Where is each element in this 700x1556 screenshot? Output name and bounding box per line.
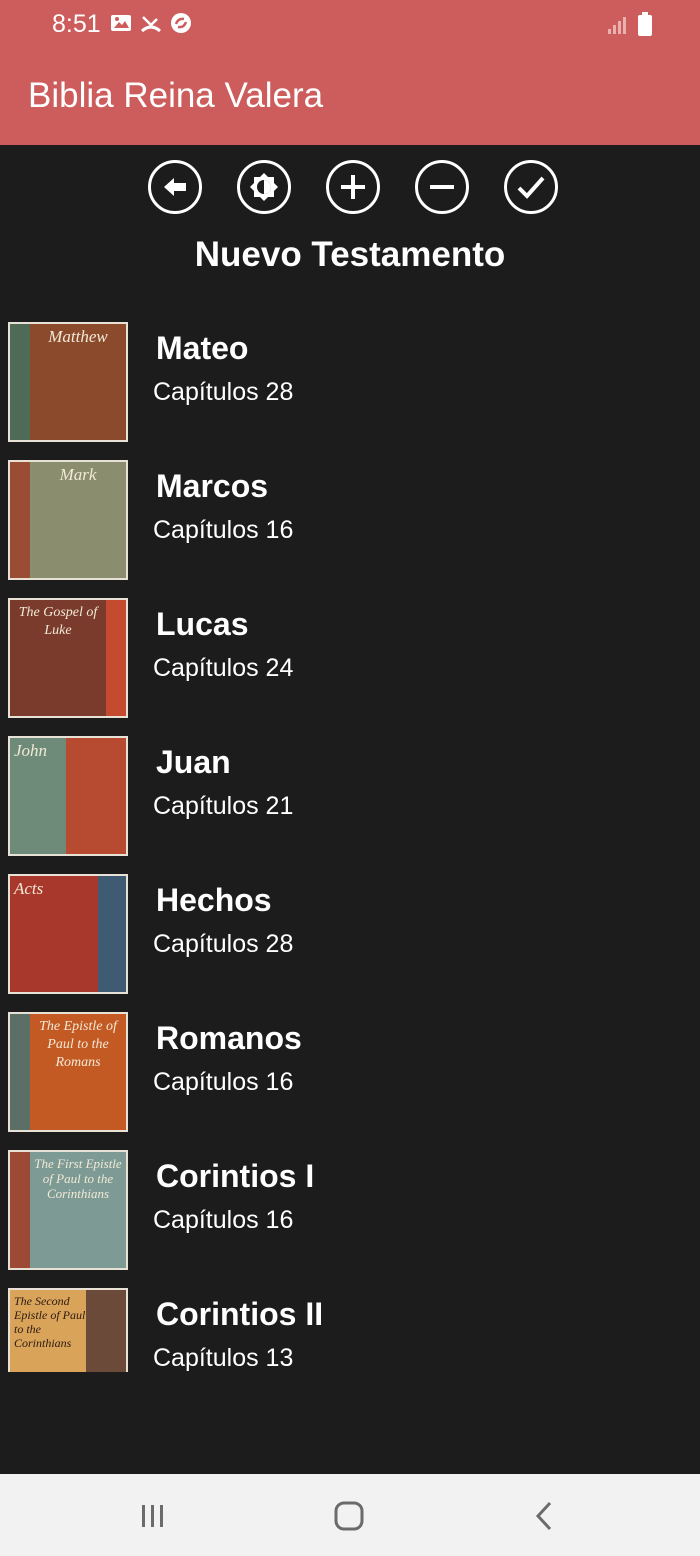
book-chapters: Capítulos 21 (153, 792, 294, 820)
plus-icon (341, 175, 365, 199)
book-cover: The Second Epistle of Paul to the Corint… (8, 1288, 128, 1372)
cover-strip (10, 1014, 30, 1130)
book-row-corintios-i[interactable]: The First Epistle of Paul to the Corinth… (0, 1150, 700, 1288)
cover-strip (10, 462, 30, 578)
book-row-juan[interactable]: John Juan Capítulos 21 (0, 736, 700, 874)
confirm-button[interactable] (504, 160, 558, 214)
book-row-corintios-ii[interactable]: The Second Epistle of Paul to the Corint… (0, 1288, 700, 1372)
book-row-marcos[interactable]: Mark Marcos Capítulos 16 (0, 460, 700, 598)
cover-strip (106, 600, 126, 716)
book-name: Romanos (156, 1020, 302, 1056)
book-cover: Matthew (8, 322, 128, 442)
back-button[interactable] (148, 160, 202, 214)
cover-strip (10, 324, 30, 440)
cover-title: The Second Epistle of Paul to the Corint… (14, 1294, 86, 1350)
book-row-hechos[interactable]: Acts Hechos Capítulos 28 (0, 874, 700, 1012)
minus-icon (430, 185, 454, 189)
brightness-button[interactable] (237, 160, 291, 214)
status-system-icons (606, 12, 652, 36)
zoom-out-button[interactable] (415, 160, 469, 214)
book-row-lucas[interactable]: The Gospel of Luke Lucas Capítulos 24 (0, 598, 700, 736)
image-icon (110, 12, 132, 34)
missed-call-icon (140, 12, 162, 34)
status-notification-icons (110, 12, 192, 34)
signal-icon (606, 14, 628, 36)
book-list[interactable]: Matthew Mateo Capítulos 28 Mark Marcos C… (0, 322, 700, 1372)
home-button[interactable] (329, 1496, 369, 1536)
cover-strip (10, 1152, 30, 1268)
battery-icon (638, 12, 652, 36)
book-name: Hechos (156, 882, 272, 918)
cover-title: Acts (14, 879, 44, 898)
status-time: 8:51 (52, 10, 101, 38)
section-title: Nuevo Testamento (194, 235, 506, 274)
back-nav-button[interactable] (525, 1496, 565, 1536)
cover-strip (98, 876, 126, 992)
zoom-in-button[interactable] (326, 160, 380, 214)
home-icon (334, 1501, 364, 1531)
book-chapters: Capítulos 28 (153, 378, 294, 406)
cover-title: The Epistle of Paul to the Romans (39, 1019, 117, 1070)
sync-icon (170, 12, 192, 34)
book-chapters: Capítulos 16 (153, 1068, 294, 1096)
book-cover: The Epistle of Paul to the Romans (8, 1012, 128, 1132)
cover-strip (86, 1290, 126, 1372)
arrow-left-icon (164, 178, 186, 196)
recents-button[interactable] (133, 1496, 173, 1536)
book-row-romanos[interactable]: The Epistle of Paul to the Romans Romano… (0, 1012, 700, 1150)
book-name: Juan (156, 744, 231, 780)
book-cover: The Gospel of Luke (8, 598, 128, 718)
book-name: Marcos (156, 468, 269, 504)
book-chapters: Capítulos 16 (153, 1206, 294, 1234)
book-cover: John (8, 736, 128, 856)
book-name: Lucas (156, 606, 249, 642)
book-chapters: Capítulos 24 (153, 654, 294, 682)
recents-icon (142, 1505, 163, 1527)
check-icon (517, 176, 545, 199)
book-cover: Mark (8, 460, 128, 580)
book-cover: Acts (8, 874, 128, 994)
book-chapters: Capítulos 28 (153, 930, 294, 958)
app-title: Biblia Reina Valera (28, 76, 324, 115)
cover-title: The Gospel of Luke (18, 605, 98, 638)
cover-title: The First Epistle of Paul to the Corinth… (34, 1156, 122, 1201)
app-bar: Biblia Reina Valera (0, 50, 700, 145)
book-chapters: Capítulos 16 (153, 516, 294, 544)
status-bar: 8:51 (0, 0, 700, 50)
book-name: Corintios I (156, 1158, 315, 1194)
book-row-mateo[interactable]: Matthew Mateo Capítulos 28 (0, 322, 700, 460)
book-cover: The First Epistle of Paul to the Corinth… (8, 1150, 128, 1270)
cover-title: John (14, 741, 48, 760)
cover-title: Mark (59, 465, 97, 484)
book-name: Corintios II (156, 1296, 324, 1332)
nav-bar (0, 1474, 700, 1556)
toolbar (148, 160, 558, 216)
brightness-icon (250, 173, 278, 201)
book-chapters: Capítulos 13 (153, 1344, 294, 1372)
cover-strip (66, 738, 126, 854)
cover-title: Matthew (48, 327, 108, 346)
book-name: Mateo (156, 330, 249, 366)
chevron-left-icon (535, 1501, 552, 1531)
